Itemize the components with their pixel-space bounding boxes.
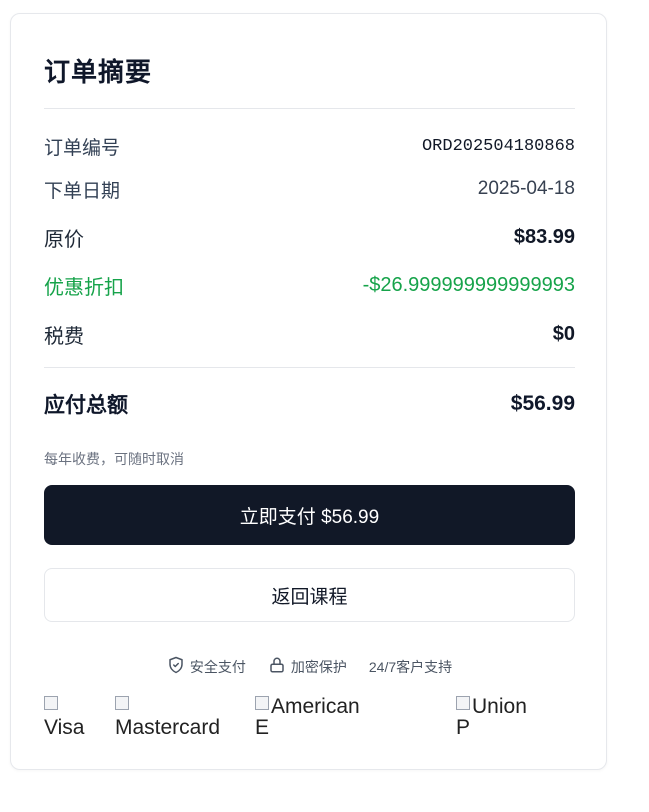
mastercard-alt-text: Mastercard xyxy=(115,716,221,738)
order-number-row: 订单编号 ORD202504180868 xyxy=(44,133,575,159)
discount-value: -$26.999999999999993 xyxy=(362,273,575,296)
order-number-label: 订单编号 xyxy=(44,137,121,159)
secure-payment-label: 安全支付 xyxy=(189,658,246,675)
visa-alt-text: Visa xyxy=(44,716,85,738)
total-value: $56.99 xyxy=(510,392,575,415)
tax-row: 税费 $0 xyxy=(44,320,575,348)
original-price-row: 原价 $83.99 xyxy=(44,223,575,251)
billing-note: 每年收费，可随时取消 xyxy=(44,451,184,467)
broken-image-icon xyxy=(115,696,129,710)
pay-now-button[interactable]: 立即支付 $56.99 xyxy=(44,485,575,545)
mastercard-logo: Mastercard xyxy=(115,696,220,738)
amex-alt-text: American xyxy=(271,696,360,718)
amex-alt-text-cut: E xyxy=(255,716,270,738)
order-date-value: 2025-04-18 xyxy=(477,178,575,199)
order-number-value: ORD202504180868 xyxy=(421,136,575,156)
encryption-label: 加密保护 xyxy=(290,658,347,675)
support-label: 24/7客户支持 xyxy=(368,658,453,675)
broken-image-icon xyxy=(44,696,58,710)
divider xyxy=(44,367,575,368)
broken-image-icon xyxy=(456,696,470,710)
tax-label: 税费 xyxy=(44,325,84,348)
payment-logos: Visa Mastercard American E Union P xyxy=(44,696,575,738)
secure-payment-badge: 安全支付 xyxy=(167,656,246,677)
lock-icon xyxy=(268,656,286,677)
divider xyxy=(44,108,575,109)
discount-row: 优惠折扣 -$26.999999999999993 xyxy=(44,271,575,299)
summary-title: 订单摘要 xyxy=(44,57,153,87)
trust-badges: 安全支付 加密保护 24/7客户支持 xyxy=(44,656,575,677)
amex-logo: American E xyxy=(255,696,360,738)
support-badge: 24/7客户支持 xyxy=(369,657,452,677)
tax-value: $0 xyxy=(552,322,575,345)
visa-logo: Visa xyxy=(44,696,84,738)
unionpay-alt-text: Union xyxy=(472,696,527,718)
order-summary-card: 订单摘要 订单编号 ORD202504180868 下单日期 2025-04-1… xyxy=(10,13,607,770)
broken-image-icon xyxy=(255,696,269,710)
discount-label: 优惠折扣 xyxy=(44,276,124,299)
encryption-badge: 加密保护 xyxy=(268,656,347,677)
unionpay-alt-text-cut: P xyxy=(456,716,471,738)
original-price-label: 原价 xyxy=(44,228,84,251)
shield-check-icon xyxy=(167,656,185,677)
original-price-value: $83.99 xyxy=(513,225,575,248)
total-label: 应付总额 xyxy=(44,394,128,417)
order-date-label: 下单日期 xyxy=(44,180,121,202)
unionpay-logo: Union P xyxy=(456,696,527,738)
order-date-row: 下单日期 2025-04-18 xyxy=(44,176,575,202)
back-to-course-button[interactable]: 返回课程 xyxy=(44,568,575,622)
total-row: 应付总额 $56.99 xyxy=(44,389,575,419)
